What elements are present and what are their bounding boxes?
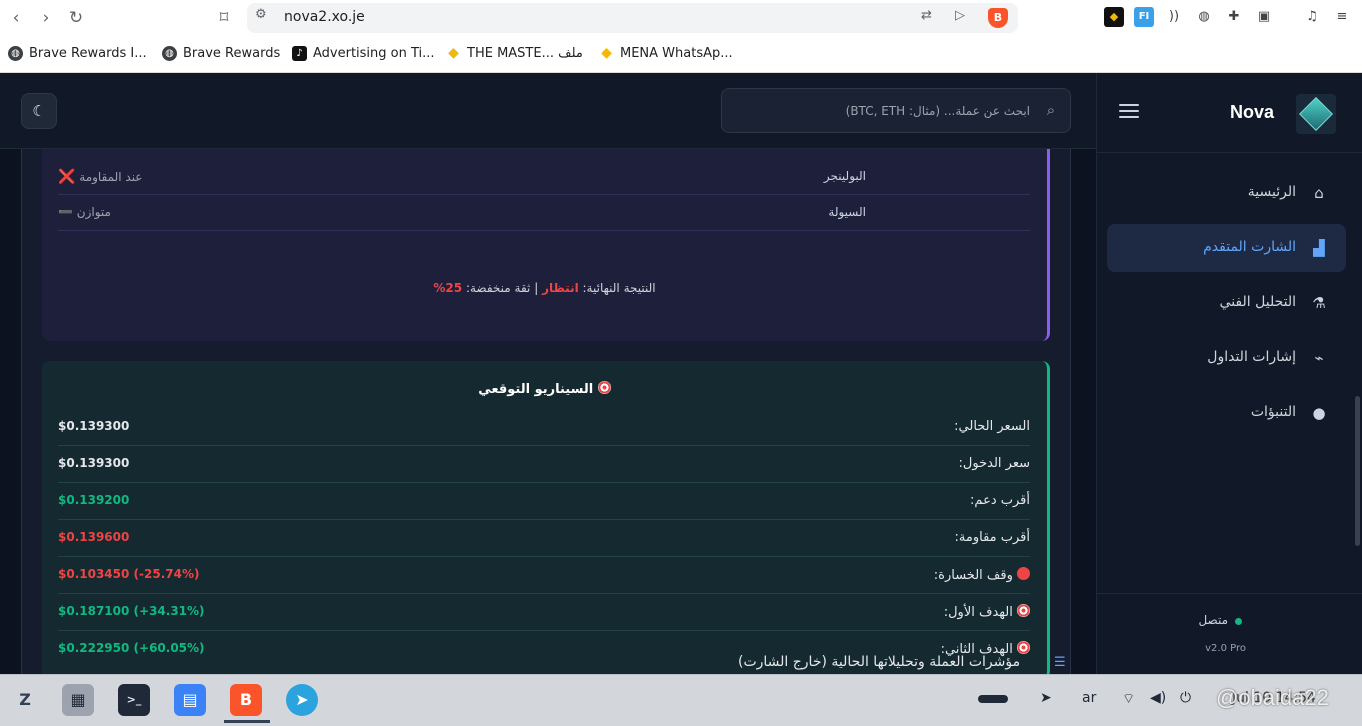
analysis-row: السيولة ➖ متوازن bbox=[58, 195, 1030, 231]
power-icon[interactable]: ⏻ bbox=[1180, 690, 1191, 706]
telegram-icon[interactable]: ➤ bbox=[286, 684, 318, 716]
bookmark-item[interactable]: ◆ THE MASTE... ملف bbox=[446, 45, 583, 61]
logo bbox=[1296, 94, 1336, 134]
back-icon[interactable]: ‹ bbox=[4, 6, 28, 30]
scenario-title: السيناريو التوقعي bbox=[42, 381, 1047, 397]
app: Nova ⌂ الرئيسية ▟ الشارت المتقدم ⚗ التحل… bbox=[0, 73, 1362, 674]
menu-icon[interactable]: ≡ bbox=[1332, 7, 1352, 27]
analysis-row: البولينجر ❌ عند المقاومة bbox=[58, 159, 1030, 195]
scenario-row: سعر الدخول: $0.139300 bbox=[58, 446, 1030, 483]
telegram-tray-icon[interactable]: ➤ bbox=[1040, 690, 1052, 706]
browser-chrome: ‹ › ↻ ⌑ ⚙ nova2.xo.je ⇄ ▷ B ◆ FI )) ◍ ✚ … bbox=[0, 0, 1362, 73]
scenario-row: الهدف الأول: $0.187100 (+34.31%) bbox=[58, 594, 1030, 631]
dash-icon: ➖ bbox=[58, 205, 73, 219]
brave-browser-icon[interactable]: B bbox=[230, 684, 262, 716]
forward-icon[interactable]: › bbox=[34, 6, 58, 30]
terminal-icon[interactable]: >_ bbox=[118, 684, 150, 716]
bookmark-item[interactable]: ◍ Brave Rewards I... bbox=[8, 45, 147, 61]
satellite-icon: ⌁ bbox=[1314, 349, 1324, 367]
sidebar-footer: متصل v2.0 Pro bbox=[1097, 593, 1362, 674]
battery-icon[interactable] bbox=[978, 695, 1008, 703]
fi-extension-icon[interactable]: FI bbox=[1134, 7, 1154, 27]
globe-extension-icon[interactable]: ◍ bbox=[1194, 7, 1214, 27]
scenario-row: أقرب مقاومة: $0.139600 bbox=[58, 520, 1030, 557]
tiktok-icon: ♪ bbox=[292, 45, 307, 61]
binance-extension-icon[interactable]: ◆ bbox=[1104, 7, 1124, 27]
globe-icon: ◍ bbox=[162, 45, 177, 61]
music-icon[interactable]: ♫ bbox=[1302, 7, 1322, 27]
binance-icon: ◆ bbox=[448, 44, 459, 61]
calculator-icon[interactable]: ▦ bbox=[62, 684, 94, 716]
bookmark-item[interactable]: ◆ MENA WhatsAp... bbox=[599, 45, 733, 61]
bookmarks-bar: ◍ Brave Rewards I... ◍ Brave Rewards ♪ Adve… bbox=[0, 40, 1362, 66]
search-icon[interactable]: ⌕ bbox=[1042, 101, 1060, 119]
files-icon[interactable]: ▤ bbox=[174, 684, 206, 716]
bars-icon: ☰ bbox=[1054, 655, 1066, 670]
sidebar-header: Nova bbox=[1097, 73, 1362, 153]
bookmark-icon[interactable]: ⌑ bbox=[212, 6, 236, 30]
address-bar[interactable]: ⚙ nova2.xo.je ⇄ ▷ B bbox=[247, 3, 1018, 33]
main-content: البولينجر ❌ عند المقاومة السيولة ➖ متواز… bbox=[0, 149, 1096, 674]
sidebar: Nova ⌂ الرئيسية ▟ الشارت المتقدم ⚗ التحل… bbox=[1096, 73, 1362, 674]
volume-icon[interactable]: ◀) bbox=[1150, 690, 1166, 706]
logo-gem-icon bbox=[1299, 97, 1333, 131]
brain-icon: ● bbox=[1312, 404, 1326, 422]
translate-icon[interactable]: ⇄ bbox=[921, 8, 932, 23]
target-icon bbox=[1017, 604, 1030, 617]
reload-icon[interactable]: ↻ bbox=[64, 6, 88, 30]
moon-icon: ☾ bbox=[32, 102, 46, 120]
wallet-icon[interactable]: ▣ bbox=[1254, 7, 1274, 27]
sidebar-item-home[interactable]: ⌂ الرئيسية bbox=[1107, 169, 1346, 217]
sidebar-item-advanced-chart[interactable]: ▟ الشارت المتقدم bbox=[1107, 224, 1346, 272]
send-icon[interactable]: ▷ bbox=[955, 8, 965, 23]
target-icon bbox=[597, 381, 611, 394]
wifi-icon[interactable]: ⌔ bbox=[1122, 690, 1135, 708]
url-text[interactable]: nova2.xo.je bbox=[284, 9, 365, 25]
language-indicator[interactable]: ar bbox=[1082, 690, 1096, 706]
wireless-extension-icon[interactable]: )) bbox=[1164, 7, 1184, 27]
brand-name: Nova bbox=[1229, 102, 1274, 122]
puzzle-icon[interactable]: ✚ bbox=[1224, 7, 1244, 27]
theme-toggle-button[interactable]: ☾ bbox=[21, 93, 57, 129]
microscope-icon: ⚗ bbox=[1312, 294, 1326, 312]
active-app-indicator bbox=[224, 720, 270, 723]
zorin-menu-icon[interactable]: Z bbox=[9, 684, 41, 716]
bookmark-item[interactable]: ♪ Advertising on Ti... bbox=[292, 45, 435, 61]
bookmark-item[interactable]: ◍ Brave Rewards bbox=[162, 45, 280, 61]
analysis-card: البولينجر ❌ عند المقاومة السيولة ➖ متواز… bbox=[42, 149, 1050, 341]
scenario-row: السعر الحالي: $0.139300 bbox=[58, 409, 1030, 446]
search-input[interactable] bbox=[721, 88, 1071, 133]
cross-icon: ❌ bbox=[58, 169, 76, 185]
version-label: v2.0 Pro bbox=[1205, 643, 1246, 654]
globe-icon: ◍ bbox=[8, 45, 23, 61]
chart-icon: ▟ bbox=[1313, 239, 1325, 257]
brave-shields-icon[interactable]: B bbox=[988, 8, 1008, 28]
browser-toolbar: ‹ › ↻ ⌑ ⚙ nova2.xo.je ⇄ ▷ B ◆ FI )) ◍ ✚ … bbox=[0, 0, 1362, 36]
watermark: @obaida22 bbox=[1216, 685, 1329, 710]
status-dot-icon bbox=[1235, 618, 1242, 625]
sidebar-item-predictions[interactable]: ● التنبؤات bbox=[1107, 389, 1346, 437]
final-result: النتيجة النهائية: انتظار | ثقة منخفضة: 2… bbox=[433, 281, 656, 295]
sidebar-item-technical-analysis[interactable]: ⚗ التحليل الفني bbox=[1107, 279, 1346, 327]
top-bar: ☾ ⌕ bbox=[0, 73, 1096, 149]
site-settings-icon[interactable]: ⚙ bbox=[255, 7, 267, 22]
sidebar-scrollbar[interactable] bbox=[1355, 396, 1360, 546]
connection-status: متصل bbox=[1198, 613, 1228, 627]
scenario-row: أقرب دعم: $0.139200 bbox=[58, 483, 1030, 520]
section-title: مؤشرات العملة وتحليلاتها الحالية (خارج ا… bbox=[738, 654, 1021, 670]
scenario-card: السيناريو التوقعي السعر الحالي: $0.13930… bbox=[42, 361, 1050, 674]
scenario-row: وقف الخسارة: $0.103450 (-25.74%) bbox=[58, 557, 1030, 594]
sidebar-item-trading-signals[interactable]: ⌁ إشارات التداول bbox=[1107, 334, 1346, 382]
taskbar: Z ▦ >_ ▤ B ➤ ➤ ar ⌔ ◀) ⏻ Jul 10 14:54 @o… bbox=[0, 674, 1362, 726]
stop-icon bbox=[1017, 567, 1030, 580]
home-icon: ⌂ bbox=[1314, 184, 1324, 202]
binance-icon: ◆ bbox=[601, 44, 612, 61]
hamburger-icon[interactable] bbox=[1119, 104, 1139, 120]
target-icon bbox=[1017, 641, 1030, 654]
